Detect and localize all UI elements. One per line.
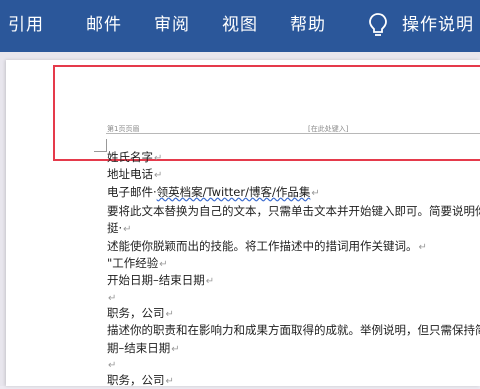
doc-line: 挺·↵ (107, 221, 132, 235)
paragraph-mark-icon: ↵ (165, 376, 174, 387)
paragraph-mark-icon: ↵ (165, 309, 174, 320)
doc-line: 姓氏名字↵ (107, 150, 163, 164)
lightbulb-icon[interactable] (368, 12, 388, 38)
paragraph-mark-icon: ↵ (171, 344, 180, 355)
paragraph-mark-icon: ↵ (154, 153, 163, 164)
paragraph-mark-icon: ↵ (311, 188, 320, 199)
paragraph-mark-icon: ↵ (108, 293, 117, 304)
doc-line: 地址电话↵ (107, 167, 163, 181)
paragraph-mark-icon: ↵ (108, 360, 117, 371)
doc-line: 描述你的职责和在影响力和成果方面取得的成就。举例说明，但只需保持简 (107, 323, 480, 337)
doc-link-text[interactable]: 领英档案/Twitter/博客/作品集 (157, 185, 311, 199)
paragraph-mark-icon: ↵ (205, 276, 215, 287)
doc-line: 开始日期–结束日期↵ (107, 273, 215, 287)
ribbon-tab-bar: 引用 邮件 审阅 视图 帮助 操作说明 (0, 0, 480, 52)
tab-mailings[interactable]: 邮件 (86, 15, 122, 35)
paragraph-mark-icon: ↵ (154, 170, 163, 181)
tab-review[interactable]: 审阅 (154, 15, 190, 35)
tab-references[interactable]: 引用 (8, 15, 44, 35)
doc-line: 职务，公司↵ (107, 306, 174, 320)
doc-line: 电子邮件·领英档案/Twitter/博客/作品集↵ (107, 185, 320, 199)
paragraph-mark-icon: ↵ (123, 224, 132, 235)
header-highlight-box (53, 65, 480, 161)
tab-help[interactable]: 帮助 (290, 15, 326, 35)
tab-view[interactable]: 视图 (222, 15, 258, 35)
doc-line: ↵ (107, 357, 116, 373)
doc-line: 要将此文本替换为自己的文本，只需单击文本并开始键入即可。简要说明你的 (107, 204, 480, 218)
doc-line: ↵ (107, 290, 116, 306)
doc-line: 述能使你脱颖而出的技能。将工作描述中的措词用作关键词。↵ (107, 239, 427, 253)
doc-line: 期–结束日期↵ (107, 341, 180, 355)
paragraph-mark-icon: ↵ (418, 242, 427, 253)
doc-line: 职务，公司↵ (107, 373, 174, 387)
paragraph-mark-icon: ↵ (159, 259, 168, 270)
tell-me-search[interactable]: 操作说明 (402, 15, 474, 35)
doc-line: "工作经验↵ (107, 256, 168, 270)
